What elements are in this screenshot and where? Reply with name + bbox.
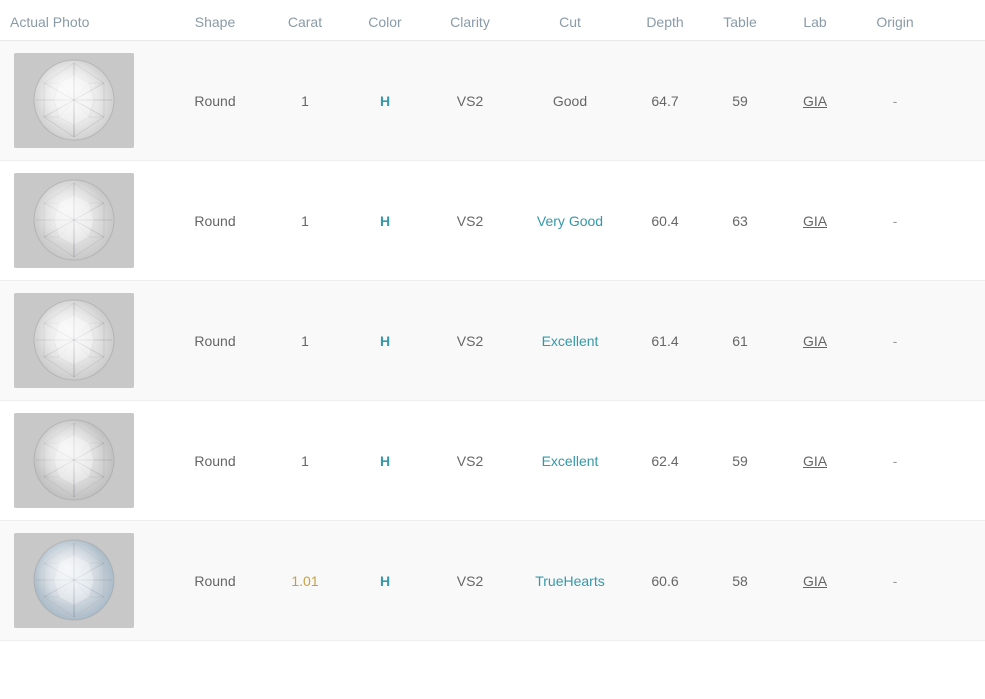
cell-table-4: 59 (705, 451, 775, 471)
cell-clarity-4: VS2 (425, 451, 515, 471)
cell-shape-1: Round (165, 91, 265, 111)
cell-depth-3: 61.4 (625, 331, 705, 351)
cell-cut-4: Excellent (515, 451, 625, 471)
col-header-table: Table (705, 14, 775, 30)
cell-color-5: H (345, 571, 425, 591)
cell-shape-5: Round (165, 571, 265, 591)
cell-price-4: $6,100 (935, 446, 985, 476)
cell-color-3: H (345, 331, 425, 351)
cell-table-2: 63 (705, 211, 775, 231)
cell-price-2: $5,430 (935, 206, 985, 236)
cell-depth-5: 60.6 (625, 571, 705, 591)
cell-depth-2: 60.4 (625, 211, 705, 231)
cell-cut-1: Good (515, 91, 625, 111)
cell-clarity-3: VS2 (425, 331, 515, 351)
lab-link-2[interactable]: GIA (803, 213, 827, 229)
col-header-clarity: Clarity (425, 14, 515, 30)
cell-table-3: 61 (705, 331, 775, 351)
cell-carat-2: 1 (265, 211, 345, 231)
cell-photo-4 (10, 411, 165, 510)
lab-link-3[interactable]: GIA (803, 333, 827, 349)
col-header-color: Color (345, 14, 425, 30)
table-row[interactable]: Round 1 H VS2 Excellent 62.4 59 GIA - $6… (0, 401, 985, 521)
col-header-depth: Depth (625, 14, 705, 30)
cell-clarity-2: VS2 (425, 211, 515, 231)
cell-origin-2: - (855, 211, 935, 231)
cell-lab-2[interactable]: GIA (775, 211, 855, 231)
col-header-shape: Shape (165, 14, 265, 30)
col-header-cut: Cut (515, 14, 625, 30)
cell-carat-5: 1.01 (265, 571, 345, 591)
col-header-origin: Origin (855, 14, 935, 30)
diamond-image-2[interactable] (14, 173, 134, 268)
col-header-carat: Carat (265, 14, 345, 30)
cell-origin-5: - (855, 571, 935, 591)
col-header-price: Price (935, 14, 985, 30)
lab-link-4[interactable]: GIA (803, 453, 827, 469)
cell-shape-3: Round (165, 331, 265, 351)
cell-price-1: $5,240 (935, 86, 985, 116)
cell-lab-4[interactable]: GIA (775, 451, 855, 471)
cell-lab-1[interactable]: GIA (775, 91, 855, 111)
cell-origin-1: - (855, 91, 935, 111)
cell-cut-2: Very Good (515, 211, 625, 231)
cell-depth-1: 64.7 (625, 91, 705, 111)
cell-origin-4: - (855, 451, 935, 471)
lab-link-1[interactable]: GIA (803, 93, 827, 109)
cell-cut-3: Excellent (515, 331, 625, 351)
cell-lab-5[interactable]: GIA (775, 571, 855, 591)
diamond-image-4[interactable] (14, 413, 134, 508)
table-row[interactable]: Round 1 H VS2 Very Good 60.4 63 GIA - $5… (0, 161, 985, 281)
cell-origin-3: - (855, 331, 935, 351)
cell-carat-4: 1 (265, 451, 345, 471)
table-row[interactable]: Round 1 H VS2 Excellent 61.4 61 GIA - $5… (0, 281, 985, 401)
cell-carat-3: 1 (265, 331, 345, 351)
table-body: Round 1 H VS2 Good 64.7 59 GIA - $5,240 (0, 41, 985, 641)
cell-price-5: $6,850 (935, 566, 985, 596)
cell-lab-3[interactable]: GIA (775, 331, 855, 351)
table-row[interactable]: Round 1.01 H VS2 TrueHearts 60.6 58 GIA … (0, 521, 985, 641)
cell-photo-3 (10, 291, 165, 390)
cell-cut-5: TrueHearts (515, 571, 625, 591)
diamond-image-1[interactable] (14, 53, 134, 148)
col-header-photo: Actual Photo (10, 14, 165, 30)
col-header-lab: Lab (775, 14, 855, 30)
table-row[interactable]: Round 1 H VS2 Good 64.7 59 GIA - $5,240 (0, 41, 985, 161)
cell-price-3: $5,670 (935, 326, 985, 356)
lab-link-5[interactable]: GIA (803, 573, 827, 589)
table-header: Actual Photo Shape Carat Color Clarity C… (0, 0, 985, 41)
cell-photo-2 (10, 171, 165, 270)
cell-table-1: 59 (705, 91, 775, 111)
cell-color-2: H (345, 211, 425, 231)
cell-photo-5 (10, 531, 165, 630)
cell-clarity-1: VS2 (425, 91, 515, 111)
diamond-image-5[interactable] (14, 533, 134, 628)
cell-clarity-5: VS2 (425, 571, 515, 591)
cell-carat-1: 1 (265, 91, 345, 111)
diamond-image-3[interactable] (14, 293, 134, 388)
cell-color-4: H (345, 451, 425, 471)
cell-table-5: 58 (705, 571, 775, 591)
cell-shape-2: Round (165, 211, 265, 231)
cell-photo-1 (10, 51, 165, 150)
cell-color-1: H (345, 91, 425, 111)
diamond-table: Actual Photo Shape Carat Color Clarity C… (0, 0, 985, 641)
cell-shape-4: Round (165, 451, 265, 471)
cell-depth-4: 62.4 (625, 451, 705, 471)
